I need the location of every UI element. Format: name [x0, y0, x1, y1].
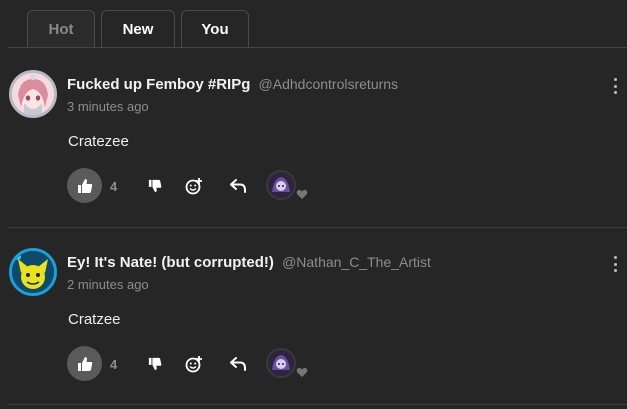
- tab-new[interactable]: New: [101, 10, 175, 48]
- feed-tabs: Hot New You: [0, 0, 627, 48]
- post-divider: [8, 404, 627, 405]
- author-handle[interactable]: @Adhdcontrolsreturns: [259, 76, 399, 92]
- tab-hot[interactable]: Hot: [27, 10, 95, 48]
- heart-icon: [296, 367, 308, 377]
- user-avatar[interactable]: [9, 248, 57, 296]
- dislike-button[interactable]: [145, 354, 165, 374]
- more-options-icon[interactable]: [612, 78, 618, 94]
- add-reaction-button[interactable]: [184, 176, 204, 196]
- reaction-user[interactable]: [266, 348, 308, 380]
- thumbs-down-icon: [148, 357, 162, 371]
- post-timestamp: 2 minutes ago: [67, 277, 149, 292]
- add-emoji-icon: [185, 178, 202, 195]
- character-reactor-icon: [268, 172, 294, 198]
- reply-arrow-icon: [230, 357, 246, 371]
- reactor-avatar: [266, 348, 296, 378]
- post-timestamp: 3 minutes ago: [67, 99, 149, 114]
- author-line: Ey! It's Nate! (but corrupted!) @Nathan_…: [67, 254, 431, 271]
- author-handle[interactable]: @Nathan_C_The_Artist: [282, 254, 431, 270]
- add-reaction-button[interactable]: [184, 354, 204, 374]
- thumbs-up-icon: [77, 356, 92, 371]
- character-reactor-icon: [268, 350, 294, 376]
- thumbs-up-icon: [77, 178, 92, 193]
- more-options-icon[interactable]: [612, 256, 618, 272]
- dislike-button[interactable]: [145, 176, 165, 196]
- like-count: 4: [110, 179, 118, 194]
- user-avatar[interactable]: [9, 70, 57, 118]
- author-display-name[interactable]: Fucked up Femboy #RIPg: [67, 76, 250, 93]
- anime-avatar-icon: [12, 73, 54, 115]
- heart-icon: [296, 189, 308, 199]
- reaction-user[interactable]: [266, 170, 308, 202]
- add-emoji-icon: [185, 356, 202, 373]
- character-avatar-icon: [12, 251, 54, 293]
- tabs-divider: [8, 47, 627, 48]
- like-count: 4: [110, 357, 118, 372]
- reply-button[interactable]: [228, 176, 248, 196]
- like-button[interactable]: [67, 346, 102, 381]
- post-actions: 4: [0, 344, 627, 384]
- thumbs-down-icon: [148, 179, 162, 193]
- post-divider: [8, 227, 627, 228]
- tab-you[interactable]: You: [181, 10, 249, 48]
- post-actions: 4: [0, 166, 627, 206]
- author-line: Fucked up Femboy #RIPg @Adhdcontrolsretu…: [67, 76, 398, 93]
- post-content: Cratzee: [68, 311, 121, 328]
- reply-arrow-icon: [230, 179, 246, 193]
- reply-button[interactable]: [228, 354, 248, 374]
- like-button[interactable]: [67, 168, 102, 203]
- post-content: Cratezee: [68, 133, 129, 150]
- reactor-avatar: [266, 170, 296, 200]
- author-display-name[interactable]: Ey! It's Nate! (but corrupted!): [67, 254, 274, 271]
